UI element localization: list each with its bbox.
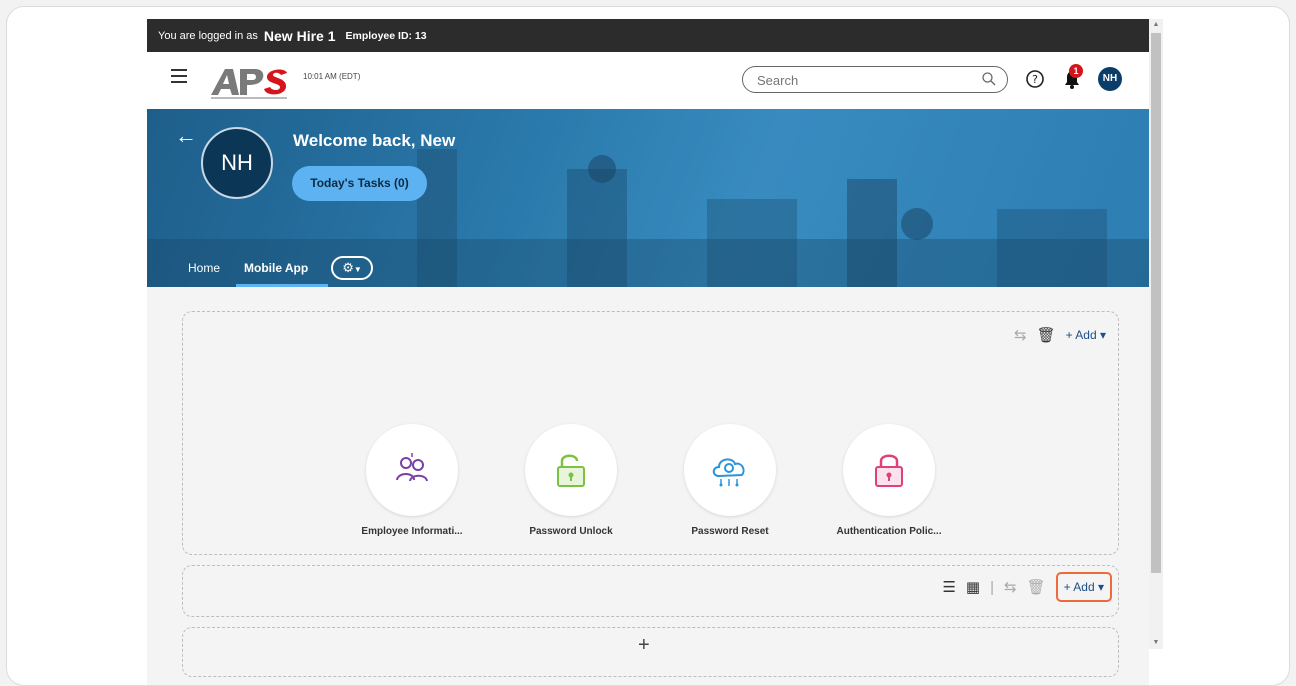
back-arrow-icon[interactable]: ←: [175, 123, 197, 149]
vertical-scrollbar[interactable]: ▲ ▼: [1149, 19, 1163, 649]
profile-avatar: NH: [201, 127, 273, 199]
tile-circle: [684, 424, 776, 516]
hamburger-menu-icon[interactable]: [171, 69, 187, 83]
divider: |: [990, 578, 994, 596]
tile-circle: [366, 424, 458, 516]
tile-circle: [843, 424, 935, 516]
caret-down-icon: ▼: [353, 265, 362, 274]
scroll-down-arrow-icon[interactable]: ▼: [1149, 637, 1163, 649]
gear-icon: ⚙: [342, 260, 354, 275]
empty-panel: ☰ ▦ | ⇆ 🗑 + Add ▾: [182, 565, 1119, 617]
lock-icon: [875, 454, 903, 487]
tile-label: Password Reset: [691, 526, 769, 537]
current-time: 10:01 AM (EDT): [303, 72, 361, 81]
tile-circle: [525, 424, 617, 516]
window-frame: You are logged in as New Hire 1 Employee…: [6, 6, 1290, 686]
add-section-plus-icon[interactable]: +: [638, 634, 650, 657]
notifications-button[interactable]: 1: [1059, 64, 1085, 92]
list-view-icon[interactable]: ☰: [942, 578, 955, 596]
search-input[interactable]: [757, 71, 967, 89]
grid-view-icon[interactable]: ▦: [966, 578, 980, 596]
tab-home[interactable]: Home: [188, 261, 220, 275]
add-button[interactable]: + Add ▾: [1066, 328, 1106, 342]
aps-logo[interactable]: [209, 65, 289, 101]
move-icon[interactable]: ⇆: [1014, 326, 1027, 344]
panel-toolbar: ☰ ▦ | ⇆ 🗑 + Add ▾: [942, 572, 1112, 602]
tab-bar: Home Mobile App ⚙▼: [147, 242, 487, 287]
user-avatar[interactable]: NH: [1098, 67, 1122, 91]
tile-authentication-policy[interactable]: Authentication Polic...: [814, 424, 964, 537]
tiles-panel: ⇆ 🗑 + Add ▾ Employee Informati... Passwo…: [182, 311, 1119, 555]
employee-id: Employee ID: 13: [345, 29, 427, 42]
notification-badge: 1: [1069, 64, 1083, 78]
add-section-panel: +: [182, 627, 1119, 677]
add-button-highlighted[interactable]: + Add ▾: [1055, 572, 1112, 602]
scroll-up-arrow-icon[interactable]: ▲: [1149, 19, 1163, 31]
active-tab-indicator: [236, 284, 328, 287]
help-icon[interactable]: ?: [1024, 68, 1046, 90]
scroll-thumb[interactable]: [1151, 33, 1161, 573]
tile-label: Password Unlock: [529, 526, 613, 537]
hero-banner: ← NH Welcome back, New Today's Tasks (0)…: [147, 109, 1149, 287]
cloud-gear-icon: [712, 458, 745, 487]
tab-mobile-app[interactable]: Mobile App: [244, 261, 308, 275]
top-navigation: 10:01 AM (EDT) ? 1 NH: [147, 52, 1149, 109]
tile-password-reset[interactable]: Password Reset: [655, 424, 805, 537]
lock-open-icon: [557, 454, 585, 487]
svg-text:?: ?: [1032, 73, 1038, 86]
people-icon: [396, 453, 428, 482]
tile-password-unlock[interactable]: Password Unlock: [496, 424, 646, 537]
trash-icon[interactable]: 🗑: [1027, 578, 1046, 596]
app-root: You are logged in as New Hire 1 Employee…: [147, 19, 1149, 685]
search-icon[interactable]: [981, 71, 997, 87]
panel-toolbar: ⇆ 🗑 + Add ▾: [1014, 326, 1106, 344]
welcome-message: Welcome back, New: [293, 131, 456, 150]
todays-tasks-button[interactable]: Today's Tasks (0): [292, 166, 427, 201]
tile-label: Authentication Polic...: [836, 526, 942, 537]
move-icon[interactable]: ⇆: [1004, 578, 1017, 596]
tile-employee-information[interactable]: Employee Informati...: [337, 424, 487, 537]
login-bar: You are logged in as New Hire 1 Employee…: [147, 19, 1149, 52]
tile-label: Employee Informati...: [361, 526, 463, 537]
trash-icon[interactable]: 🗑: [1037, 326, 1056, 344]
search-box[interactable]: [742, 66, 1008, 93]
tab-settings-dropdown[interactable]: ⚙▼: [331, 256, 373, 280]
login-prefix: You are logged in as: [158, 29, 258, 42]
login-user-name: New Hire 1: [263, 27, 336, 44]
